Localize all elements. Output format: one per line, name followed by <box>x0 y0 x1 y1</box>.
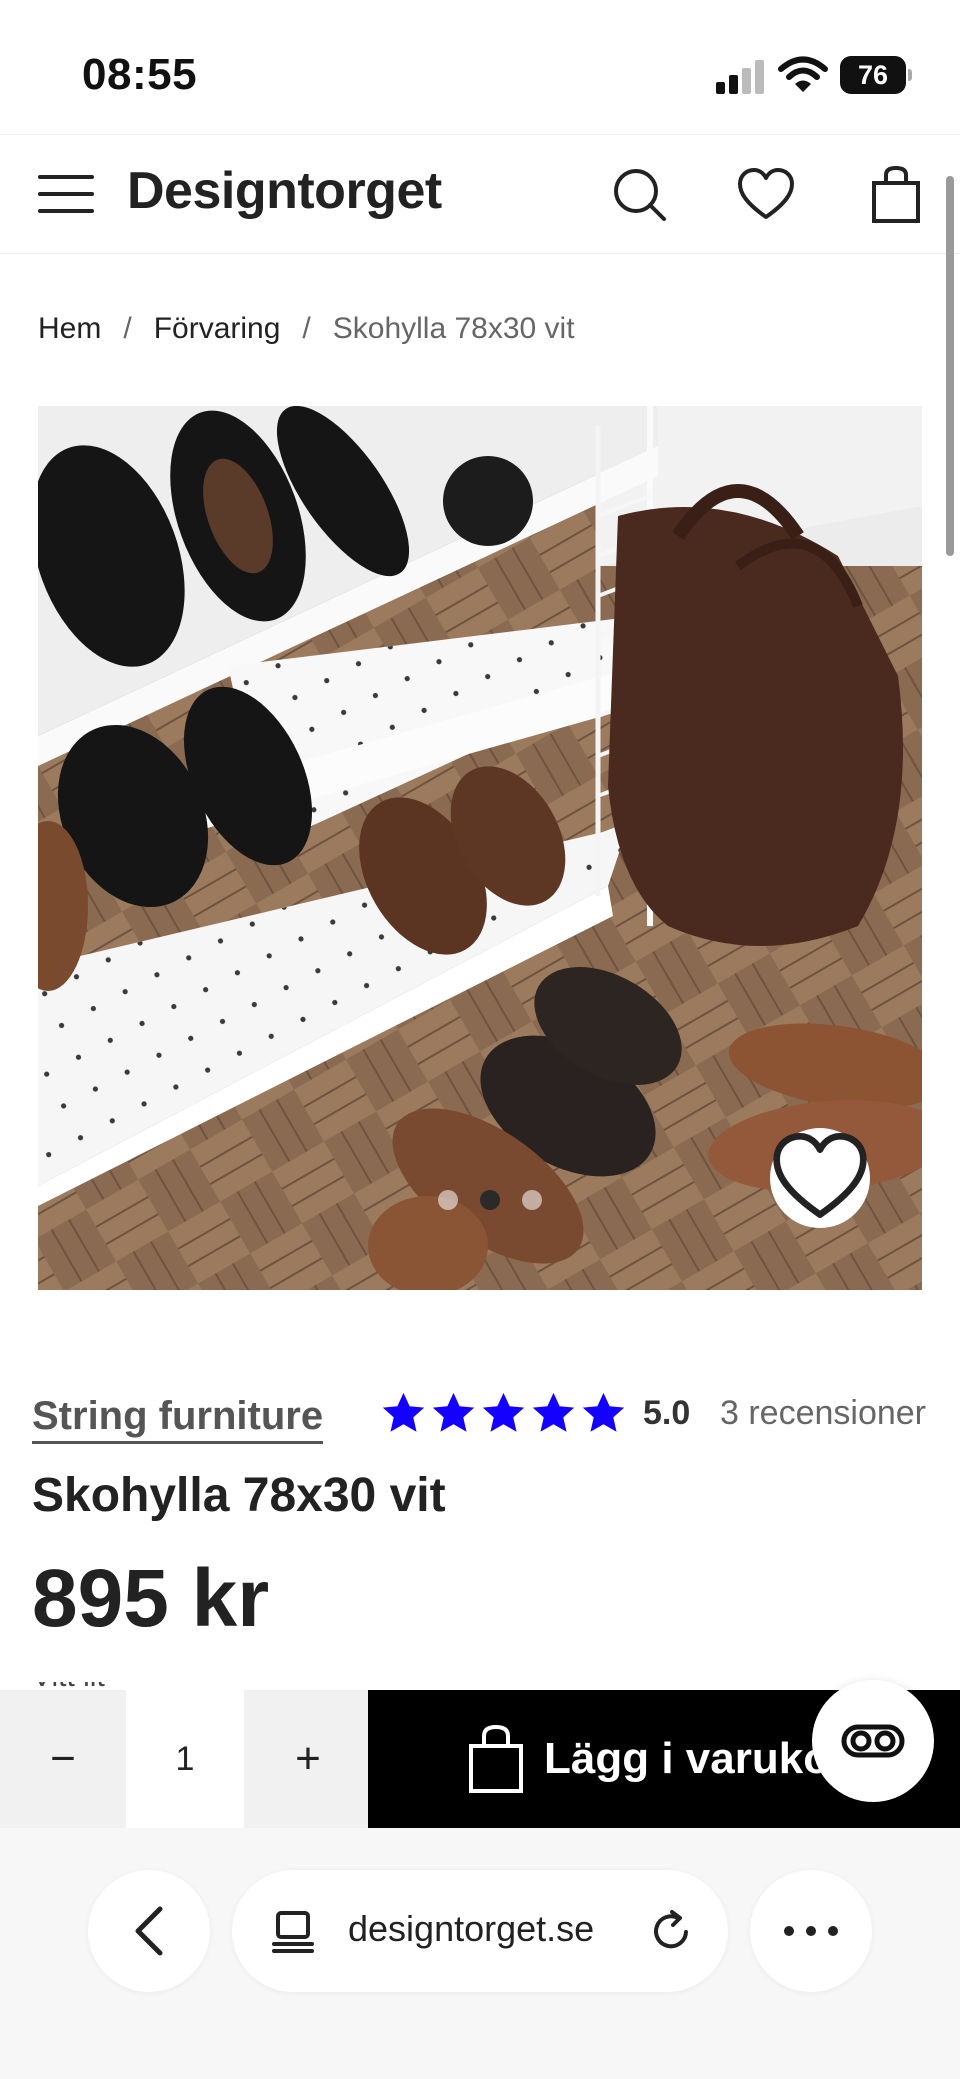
shopping-bag-icon <box>469 1724 523 1793</box>
chat-button[interactable] <box>812 1680 934 1802</box>
wishlist-heart-icon[interactable] <box>736 165 796 225</box>
increase-quantity-button[interactable]: + <box>245 1690 371 1828</box>
hamburger-menu-icon[interactable] <box>38 171 94 217</box>
status-time: 08:55 <box>82 50 198 99</box>
browser-back-button[interactable] <box>88 1870 210 1992</box>
breadcrumb-current: Skohylla 78x30 vit <box>332 312 575 345</box>
breadcrumb-separator: / <box>123 312 132 345</box>
star-icon <box>432 1392 475 1432</box>
more-options-button[interactable] <box>750 1870 872 1992</box>
breadcrumb-home[interactable]: Hem <box>38 312 101 346</box>
browser-toolbar: designtorget.se <box>0 1828 960 2079</box>
rating-value: 5.0 <box>643 1394 691 1432</box>
battery-level: 76 <box>840 56 906 94</box>
product-price: 895 kr <box>32 1553 270 1644</box>
star-icon <box>382 1392 425 1432</box>
partial-text-content: Vitt lit <box>32 1682 152 1690</box>
star-icon <box>482 1392 525 1432</box>
site-logo[interactable]: Designtorget <box>127 161 442 221</box>
product-title: Skohylla 78x30 vit <box>32 1469 446 1522</box>
chat-toggle-icon <box>841 1724 905 1758</box>
gallery-dot-active[interactable] <box>480 1190 500 1210</box>
decrease-quantity-button[interactable]: − <box>0 1690 126 1828</box>
gallery-dot[interactable] <box>438 1190 458 1210</box>
partial-text: Vitt lit <box>32 1682 152 1690</box>
status-bar: 08:55 76 <box>0 0 960 134</box>
gallery-dot[interactable] <box>522 1190 542 1210</box>
cellular-signal-icon <box>716 60 764 94</box>
breadcrumb-separator: / <box>302 312 311 345</box>
chevron-left-icon <box>135 1906 163 1956</box>
gallery-pagination <box>438 1190 542 1210</box>
reload-icon[interactable] <box>648 1908 694 1954</box>
star-icon <box>582 1392 625 1432</box>
reviews-link[interactable]: 3 recensioner <box>720 1394 926 1433</box>
star-icon <box>532 1392 575 1432</box>
wifi-icon <box>778 56 828 92</box>
search-icon[interactable] <box>610 165 670 225</box>
url-text: designtorget.se <box>348 1908 595 1949</box>
add-to-wishlist-button[interactable] <box>770 1128 870 1228</box>
rating-stars[interactable] <box>380 1390 627 1436</box>
heart-icon <box>773 1133 867 1218</box>
quantity-value[interactable]: 1 <box>126 1690 244 1828</box>
battery-icon: 76 <box>840 56 912 94</box>
product-image-gallery[interactable] <box>38 406 922 1290</box>
site-header: Designtorget <box>0 134 960 254</box>
tabs-icon <box>272 1911 314 1953</box>
more-dots-icon <box>784 1926 838 1936</box>
address-bar[interactable]: designtorget.se <box>232 1870 728 1992</box>
page-scrollbar[interactable] <box>946 176 954 556</box>
quantity-stepper: − 1 + <box>0 1690 368 1828</box>
shopping-bag-icon[interactable] <box>866 165 926 225</box>
breadcrumb: Hem / Förvaring / Skohylla 78x30 vit <box>38 312 575 346</box>
breadcrumb-category[interactable]: Förvaring <box>154 312 281 346</box>
product-brand-link[interactable]: String furniture <box>32 1394 324 1444</box>
